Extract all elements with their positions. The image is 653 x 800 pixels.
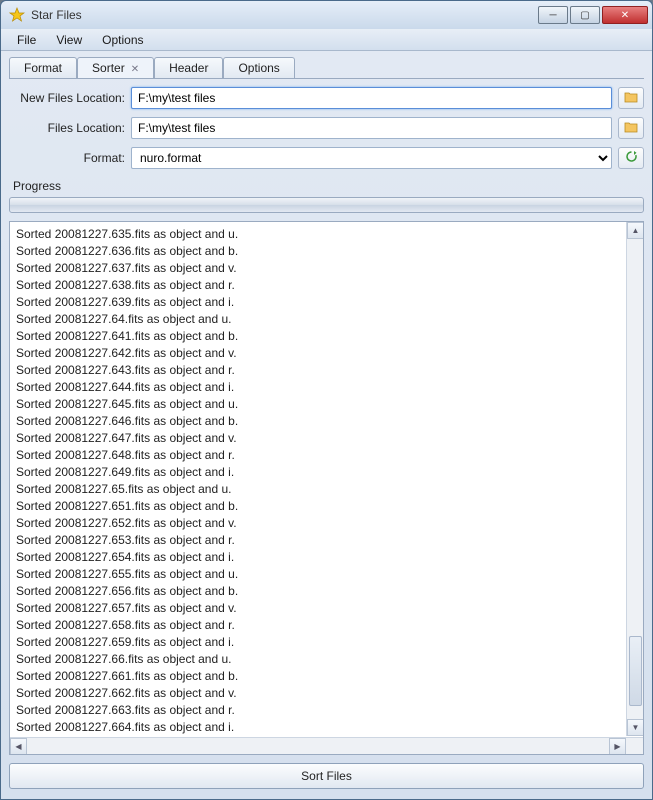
minimize-button[interactable]: ─ xyxy=(538,6,568,24)
progress-bar xyxy=(9,197,644,213)
log-line: Sorted 20081227.663.fits as object and r… xyxy=(16,702,637,719)
menu-options[interactable]: Options xyxy=(92,30,153,50)
log-line: Sorted 20081227.649.fits as object and i… xyxy=(16,464,637,481)
progress-label: Progress xyxy=(9,179,644,193)
menu-view[interactable]: View xyxy=(46,30,92,50)
log-line: Sorted 20081227.658.fits as object and r… xyxy=(16,617,637,634)
log-line: Sorted 20081227.656.fits as object and b… xyxy=(16,583,637,600)
tab-sorter[interactable]: Sorter✕ xyxy=(77,57,154,78)
log-line: Sorted 20081227.635.fits as object and u… xyxy=(16,226,637,243)
sort-files-button[interactable]: Sort Files xyxy=(9,763,644,789)
row-files-location: Files Location: xyxy=(9,117,644,139)
tab-close-icon[interactable]: ✕ xyxy=(131,64,139,75)
row-format: Format: nuro.format xyxy=(9,147,644,169)
log-line: Sorted 20081227.643.fits as object and r… xyxy=(16,362,637,379)
log-line: Sorted 20081227.642.fits as object and v… xyxy=(16,345,637,362)
maximize-button[interactable]: ▢ xyxy=(570,6,600,24)
log-line: Sorted 20081227.644.fits as object and i… xyxy=(16,379,637,396)
scroll-down-icon[interactable]: ▼ xyxy=(627,719,644,736)
browse-new-files-button[interactable] xyxy=(618,87,644,109)
log-line: Sorted 20081227.65.fits as object and u. xyxy=(16,481,637,498)
log-line: Sorted 20081227.645.fits as object and u… xyxy=(16,396,637,413)
log-line: Sorted 20081227.659.fits as object and i… xyxy=(16,634,637,651)
log-line: Sorted 20081227.651.fits as object and b… xyxy=(16,498,637,515)
log-line: Sorted 20081227.654.fits as object and i… xyxy=(16,549,637,566)
vertical-scrollbar[interactable]: ▲ ▼ xyxy=(626,222,643,736)
new-files-location-label: New Files Location: xyxy=(9,91,131,105)
log-box: Sorted 20081227.635.fits as object and u… xyxy=(9,221,644,755)
log-line: Sorted 20081227.639.fits as object and i… xyxy=(16,294,637,311)
tab-format[interactable]: Format xyxy=(9,57,77,78)
scroll-up-icon[interactable]: ▲ xyxy=(627,222,644,239)
window: Star Files ─ ▢ ✕ File View Options Forma… xyxy=(0,0,653,800)
folder-icon xyxy=(624,121,638,136)
log-line: Sorted 20081227.662.fits as object and v… xyxy=(16,685,637,702)
window-title: Star Files xyxy=(31,8,538,22)
log-line: Sorted 20081227.653.fits as object and r… xyxy=(16,532,637,549)
log-line: Sorted 20081227.66.fits as object and u. xyxy=(16,651,637,668)
folder-icon xyxy=(624,91,638,106)
row-new-files-location: New Files Location: xyxy=(9,87,644,109)
log-line: Sorted 20081227.637.fits as object and v… xyxy=(16,260,637,277)
files-location-input[interactable] xyxy=(131,117,612,139)
scroll-left-icon[interactable]: ◀ xyxy=(10,738,27,755)
tab-options[interactable]: Options xyxy=(223,57,294,78)
refresh-icon xyxy=(625,150,638,166)
tab-header[interactable]: Header xyxy=(154,57,223,78)
close-button[interactable]: ✕ xyxy=(602,6,648,24)
log-line: Sorted 20081227.638.fits as object and r… xyxy=(16,277,637,294)
tab-bar: Format Sorter✕ Header Options xyxy=(9,57,644,79)
new-files-location-input[interactable] xyxy=(131,87,612,109)
app-star-icon xyxy=(9,7,25,23)
horizontal-scrollbar[interactable]: ◀ ▶ xyxy=(10,737,643,754)
log-line: Sorted 20081227.64.fits as object and u. xyxy=(16,311,637,328)
window-buttons: ─ ▢ ✕ xyxy=(538,6,648,24)
scroll-thumb[interactable] xyxy=(629,636,642,706)
titlebar[interactable]: Star Files ─ ▢ ✕ xyxy=(1,1,652,29)
log-line: Sorted 20081227.652.fits as object and v… xyxy=(16,515,637,532)
log-line: Sorted 20081227.641.fits as object and b… xyxy=(16,328,637,345)
browse-files-button[interactable] xyxy=(618,117,644,139)
log-line: Sorted 20081227.664.fits as object and i… xyxy=(16,719,637,736)
log-line: Sorted 20081227.655.fits as object and u… xyxy=(16,566,637,583)
log-line: Sorted 20081227.646.fits as object and b… xyxy=(16,413,637,430)
scroll-right-icon[interactable]: ▶ xyxy=(609,738,626,755)
log-content[interactable]: Sorted 20081227.635.fits as object and u… xyxy=(10,222,643,737)
menu-file[interactable]: File xyxy=(7,30,46,50)
log-line: Sorted 20081227.648.fits as object and r… xyxy=(16,447,637,464)
menubar: File View Options xyxy=(1,29,652,51)
log-line: Sorted 20081227.647.fits as object and v… xyxy=(16,430,637,447)
log-line: Sorted 20081227.657.fits as object and v… xyxy=(16,600,637,617)
format-label: Format: xyxy=(9,151,131,165)
log-line: Sorted 20081227.661.fits as object and b… xyxy=(16,668,637,685)
log-line: Sorted 20081227.636.fits as object and b… xyxy=(16,243,637,260)
files-location-label: Files Location: xyxy=(9,121,131,135)
format-select[interactable]: nuro.format xyxy=(131,147,612,169)
refresh-format-button[interactable] xyxy=(618,147,644,169)
content-area: Format Sorter✕ Header Options New Files … xyxy=(1,51,652,799)
